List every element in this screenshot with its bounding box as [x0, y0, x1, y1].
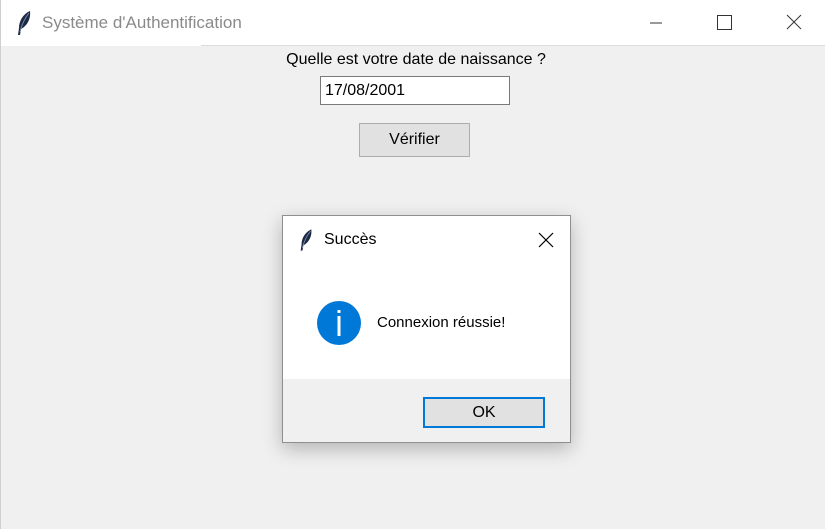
dialog-title: Succès	[324, 231, 377, 248]
dialog-footer: OK	[283, 379, 570, 442]
info-icon	[317, 301, 361, 345]
maximize-icon[interactable]	[701, 0, 747, 46]
minimize-icon[interactable]	[633, 0, 679, 46]
success-dialog: Succès Connexion réussie! OK	[282, 215, 571, 443]
birthdate-prompt-label: Quelle est votre date de naissance ?	[286, 51, 546, 68]
feather-icon	[18, 11, 31, 35]
verify-button[interactable]: Vérifier	[359, 123, 470, 157]
dialog-close-icon[interactable]	[533, 227, 559, 253]
dialog-message: Connexion réussie!	[377, 314, 506, 331]
birthdate-input[interactable]	[320, 76, 510, 105]
title-bar-divider	[201, 45, 825, 46]
ok-button[interactable]: OK	[423, 397, 545, 428]
feather-icon	[300, 229, 312, 251]
window-title: Système d'Authentification	[42, 13, 242, 32]
title-bar[interactable]: Système d'Authentification	[1, 0, 825, 46]
close-icon[interactable]	[771, 0, 817, 46]
main-window: Système d'Authentification Quelle est vo…	[0, 0, 825, 529]
